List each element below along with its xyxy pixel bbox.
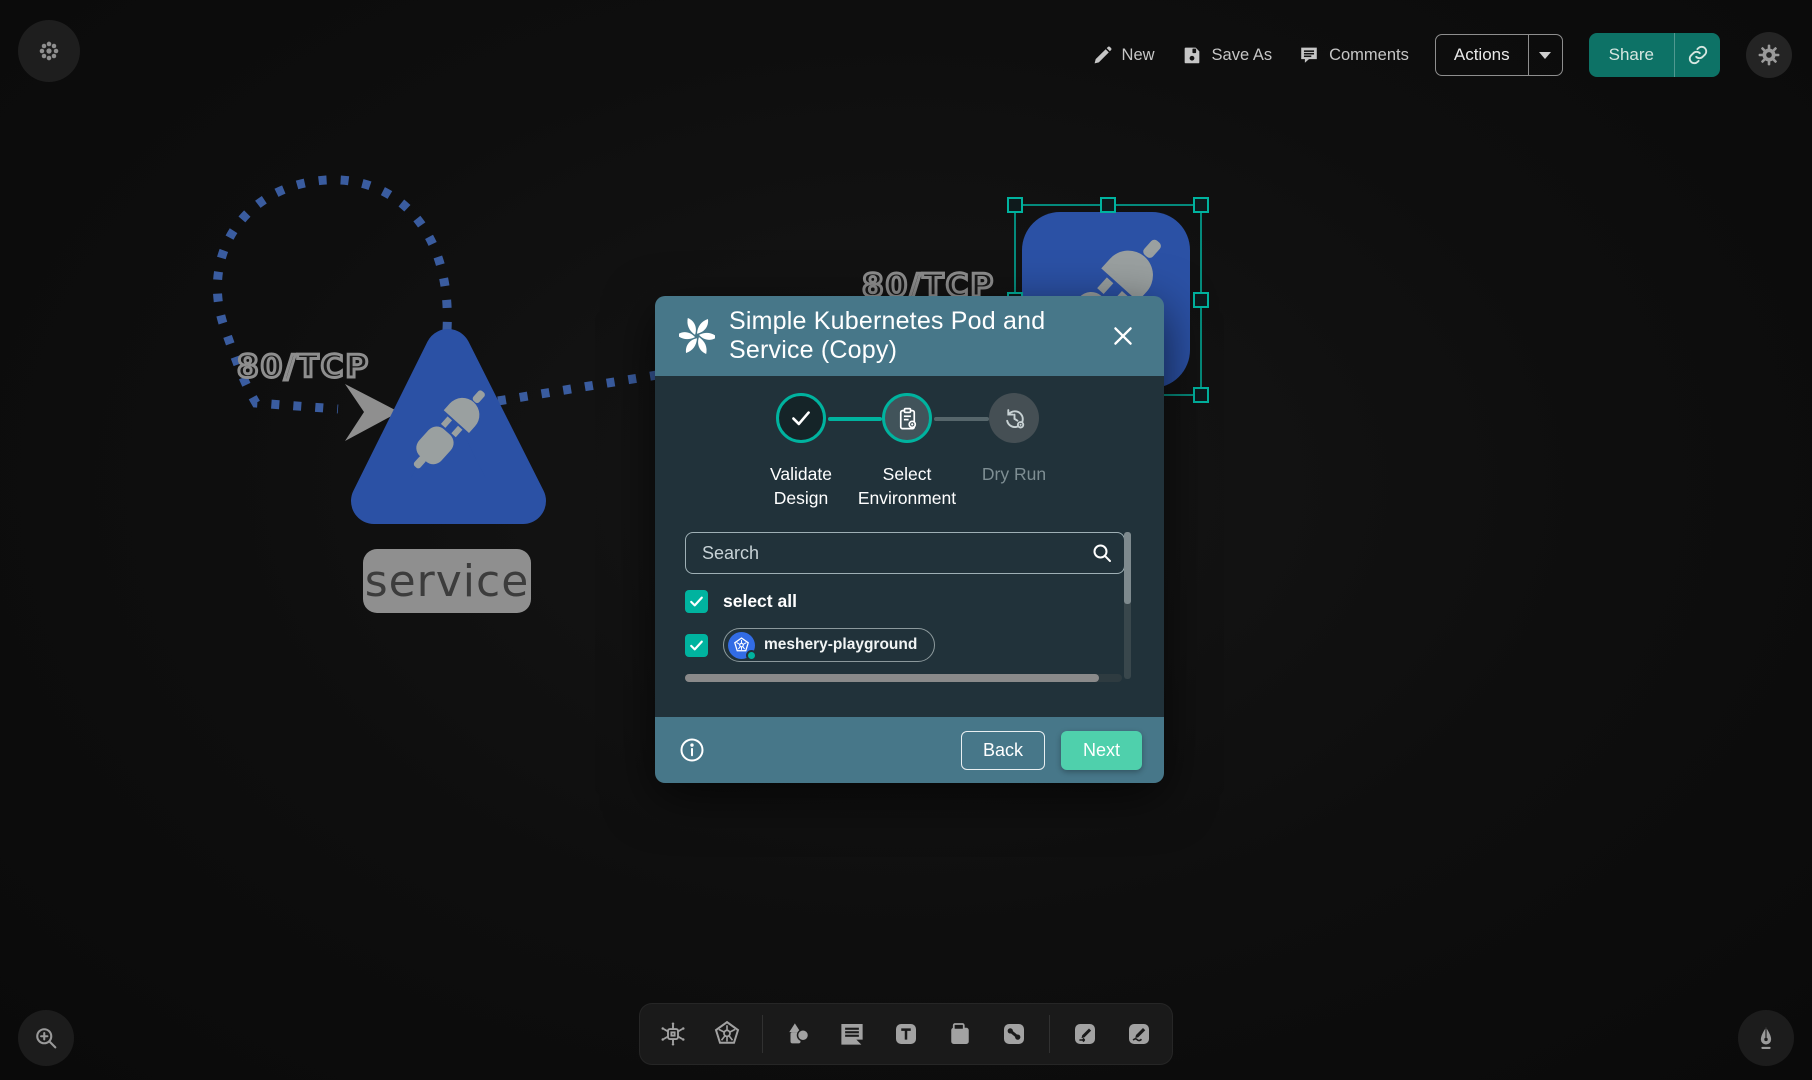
select-all-label: select all <box>723 591 797 612</box>
service-node[interactable] <box>374 352 523 501</box>
edge-pen-tool[interactable] <box>1062 1011 1108 1057</box>
actions-dropdown-toggle[interactable] <box>1528 35 1562 75</box>
info-icon <box>678 736 706 764</box>
settings-button[interactable] <box>1746 32 1792 78</box>
app-menu-button[interactable] <box>18 20 80 82</box>
zoom-in-button[interactable] <box>18 1010 74 1066</box>
vertical-scrollbar-thumb[interactable] <box>1124 532 1131 604</box>
gear-icon <box>1756 42 1782 68</box>
environment-checkbox[interactable] <box>685 634 708 657</box>
comments-button[interactable]: Comments <box>1298 44 1409 66</box>
pen-nib-icon <box>1752 1024 1780 1052</box>
modal-footer: Back Next <box>655 717 1164 783</box>
comment-icon <box>1298 44 1320 66</box>
flower-icon <box>36 38 62 64</box>
step-label-validate-design: Validate Design <box>741 462 861 510</box>
horizontal-scrollbar-thumb[interactable] <box>685 674 1099 682</box>
info-button[interactable] <box>677 735 707 765</box>
next-button[interactable]: Next <box>1061 731 1142 770</box>
deploy-wizard-modal: Simple Kubernetes Pod and Service (Copy) <box>655 296 1164 783</box>
modal-body: Validate Design Select Environment Dry R… <box>655 376 1164 717</box>
comment-tool[interactable] <box>829 1011 875 1057</box>
step-validate-design <box>776 393 826 443</box>
copy-link-button[interactable] <box>1674 33 1720 77</box>
step-select-environment <box>882 393 932 443</box>
new-label: New <box>1122 46 1155 65</box>
actions-label[interactable]: Actions <box>1436 35 1528 75</box>
freehand-draw-icon <box>1124 1019 1154 1049</box>
note-icon <box>945 1019 975 1049</box>
component-graph-icon <box>658 1019 688 1049</box>
clipboard-gear-icon <box>894 405 921 432</box>
modal-header: Simple Kubernetes Pod and Service (Copy) <box>655 296 1164 376</box>
select-all-checkbox[interactable] <box>685 590 708 613</box>
new-button[interactable]: New <box>1092 45 1155 66</box>
text-tool[interactable] <box>883 1011 929 1057</box>
actions-button[interactable]: Actions <box>1435 34 1563 76</box>
check-icon <box>788 405 814 431</box>
back-button[interactable]: Back <box>961 731 1045 770</box>
link-icon <box>1687 44 1709 66</box>
pencil-icon <box>1092 45 1113 66</box>
close-icon <box>1110 323 1136 349</box>
component-graph-tool[interactable] <box>650 1011 696 1057</box>
stepper-connector-todo <box>934 417 989 421</box>
check-icon <box>688 593 705 610</box>
comments-label: Comments <box>1329 46 1409 65</box>
history-gear-icon <box>1001 405 1028 432</box>
step-dry-run <box>989 393 1039 443</box>
kubernetes-icon <box>712 1019 742 1049</box>
check-icon <box>688 637 705 654</box>
search-icon <box>1090 541 1114 565</box>
environment-search <box>685 532 1125 574</box>
edge-pen-icon <box>1070 1019 1100 1049</box>
step-label-select-environment: Select Environment <box>847 462 967 510</box>
close-button[interactable] <box>1106 319 1140 353</box>
vertical-scrollbar-track <box>1124 532 1131 679</box>
kubernetes-icon <box>728 632 755 659</box>
save-as-label: Save As <box>1212 46 1273 65</box>
environment-name: meshery-playground <box>764 636 917 654</box>
modal-title: Simple Kubernetes Pod and Service (Copy) <box>729 307 1092 365</box>
search-input[interactable] <box>685 532 1125 574</box>
service-node-label: service <box>363 549 531 613</box>
save-icon <box>1181 44 1203 66</box>
edge-port-label: 80/TCP <box>237 349 370 385</box>
environment-chip[interactable]: meshery-playground <box>723 628 935 662</box>
stepper-connector-done <box>828 417 882 421</box>
share-button[interactable]: Share <box>1589 33 1720 77</box>
step-label-dry-run: Dry Run <box>954 462 1074 486</box>
select-all-row: select all <box>685 590 797 613</box>
canvas-toolbar <box>640 1004 1172 1064</box>
design-canvas: 80/TCP 80/TCP service New <box>0 0 1812 1080</box>
toolbar-divider <box>1049 1015 1050 1053</box>
freehand-draw-tool[interactable] <box>1116 1011 1162 1057</box>
horizontal-scrollbar-track <box>685 674 1122 682</box>
comment-icon <box>837 1019 867 1049</box>
text-icon <box>891 1019 921 1049</box>
shapes-tool[interactable] <box>775 1011 821 1057</box>
meshery-logo-icon <box>679 318 715 354</box>
chevron-down-icon <box>1539 52 1551 59</box>
link-nodes-icon <box>999 1019 1029 1049</box>
link-nodes-tool[interactable] <box>991 1011 1037 1057</box>
environment-row: meshery-playground <box>685 628 935 662</box>
toolbar-divider <box>762 1015 763 1053</box>
top-toolbar: New Save As Comments Actions Share <box>1092 32 1792 78</box>
note-tool[interactable] <box>937 1011 983 1057</box>
zoom-in-icon <box>32 1024 60 1052</box>
share-label[interactable]: Share <box>1589 33 1674 77</box>
edge-service-to-pod <box>498 375 657 401</box>
status-dot <box>746 650 757 661</box>
save-as-button[interactable]: Save As <box>1181 44 1273 66</box>
pen-mode-button[interactable] <box>1738 1010 1794 1066</box>
kubernetes-tool[interactable] <box>704 1011 750 1057</box>
shapes-icon <box>783 1019 813 1049</box>
